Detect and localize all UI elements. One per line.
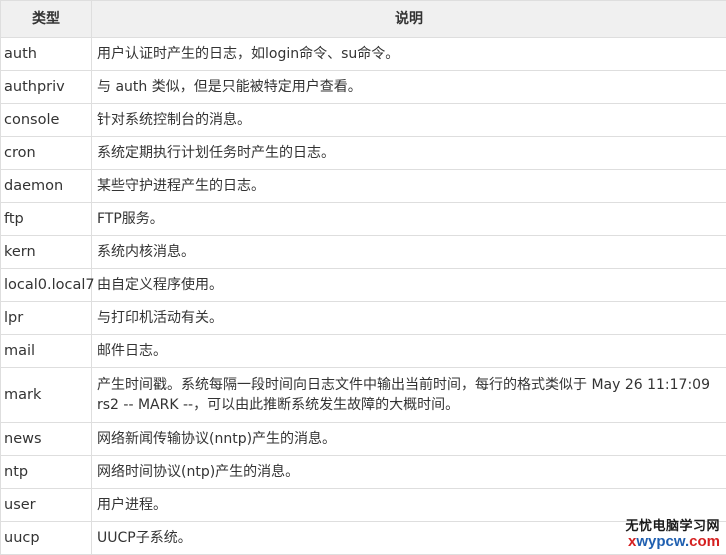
table-header-row: 类型 说明 xyxy=(0,0,726,38)
table-row: mail 邮件日志。 xyxy=(0,334,726,368)
facility-name: authpriv xyxy=(0,70,92,104)
facility-description: 网络新闻传输协议(nntp)产生的消息。 xyxy=(91,422,726,456)
facility-description: 邮件日志。 xyxy=(91,334,726,368)
table-row: authpriv 与 auth 类似，但是只能被特定用户查看。 xyxy=(0,70,726,104)
table-row: console 针对系统控制台的消息。 xyxy=(0,103,726,137)
site-watermark: 无忧电脑学习网 xwypcw.com xyxy=(602,515,720,553)
table-row: news 网络新闻传输协议(nntp)产生的消息。 xyxy=(0,422,726,456)
facility-description: 针对系统控制台的消息。 xyxy=(91,103,726,137)
facility-name: cron xyxy=(0,136,92,170)
facility-description: 与打印机活动有关。 xyxy=(91,301,726,335)
watermark-url-suffix: com xyxy=(689,533,720,550)
table-row: ftp FTP服务。 xyxy=(0,202,726,236)
watermark-url-main: wypcw. xyxy=(636,533,690,550)
table-row: cron 系统定期执行计划任务时产生的日志。 xyxy=(0,136,726,170)
facility-table: 类型 说明 auth 用户认证时产生的日志，如login命令、su命令。 aut… xyxy=(0,0,726,555)
facility-description: 系统内核消息。 xyxy=(91,235,726,269)
facility-name: console xyxy=(0,103,92,137)
facility-name: lpr xyxy=(0,301,92,335)
facility-name: local0.local7 xyxy=(0,268,95,302)
watermark-url: xwypcw.com xyxy=(602,534,720,550)
facility-description: FTP服务。 xyxy=(91,202,726,236)
facility-description: 用户认证时产生的日志，如login命令、su命令。 xyxy=(91,37,726,71)
watermark-title: 无忧电脑学习网 xyxy=(625,519,720,534)
facility-name: user xyxy=(0,488,92,522)
table-row: kern 系统内核消息。 xyxy=(0,235,726,269)
facility-name: auth xyxy=(0,37,92,71)
facility-name: ntp xyxy=(0,455,92,489)
header-type: 类型 xyxy=(0,0,92,38)
facility-name: kern xyxy=(0,235,92,269)
table-row: lpr 与打印机活动有关。 xyxy=(0,301,726,335)
facility-name: ftp xyxy=(0,202,92,236)
table-row: daemon 某些守护进程产生的日志。 xyxy=(0,169,726,203)
facility-description: 产生时间戳。系统每隔一段时间向日志文件中输出当前时间，每行的格式类似于 May … xyxy=(91,367,726,423)
facility-name: news xyxy=(0,422,92,456)
facility-name: mail xyxy=(0,334,92,368)
facility-description: 某些守护进程产生的日志。 xyxy=(91,169,726,203)
facility-description: 与 auth 类似，但是只能被特定用户查看。 xyxy=(91,70,726,104)
facility-description: 系统定期执行计划任务时产生的日志。 xyxy=(91,136,726,170)
facility-name: mark xyxy=(0,367,92,423)
table-row: auth 用户认证时产生的日志，如login命令、su命令。 xyxy=(0,37,726,71)
table-row: mark 产生时间戳。系统每隔一段时间向日志文件中输出当前时间，每行的格式类似于… xyxy=(0,367,726,423)
table-row: local0.local7 由自定义程序使用。 xyxy=(0,268,726,302)
facility-name: daemon xyxy=(0,169,92,203)
facility-name: uucp xyxy=(0,521,92,555)
table-row: ntp 网络时间协议(ntp)产生的消息。 xyxy=(0,455,726,489)
facility-description: 由自定义程序使用。 xyxy=(91,268,726,302)
facility-description: 网络时间协议(ntp)产生的消息。 xyxy=(91,455,726,489)
header-description: 说明 xyxy=(91,0,726,38)
